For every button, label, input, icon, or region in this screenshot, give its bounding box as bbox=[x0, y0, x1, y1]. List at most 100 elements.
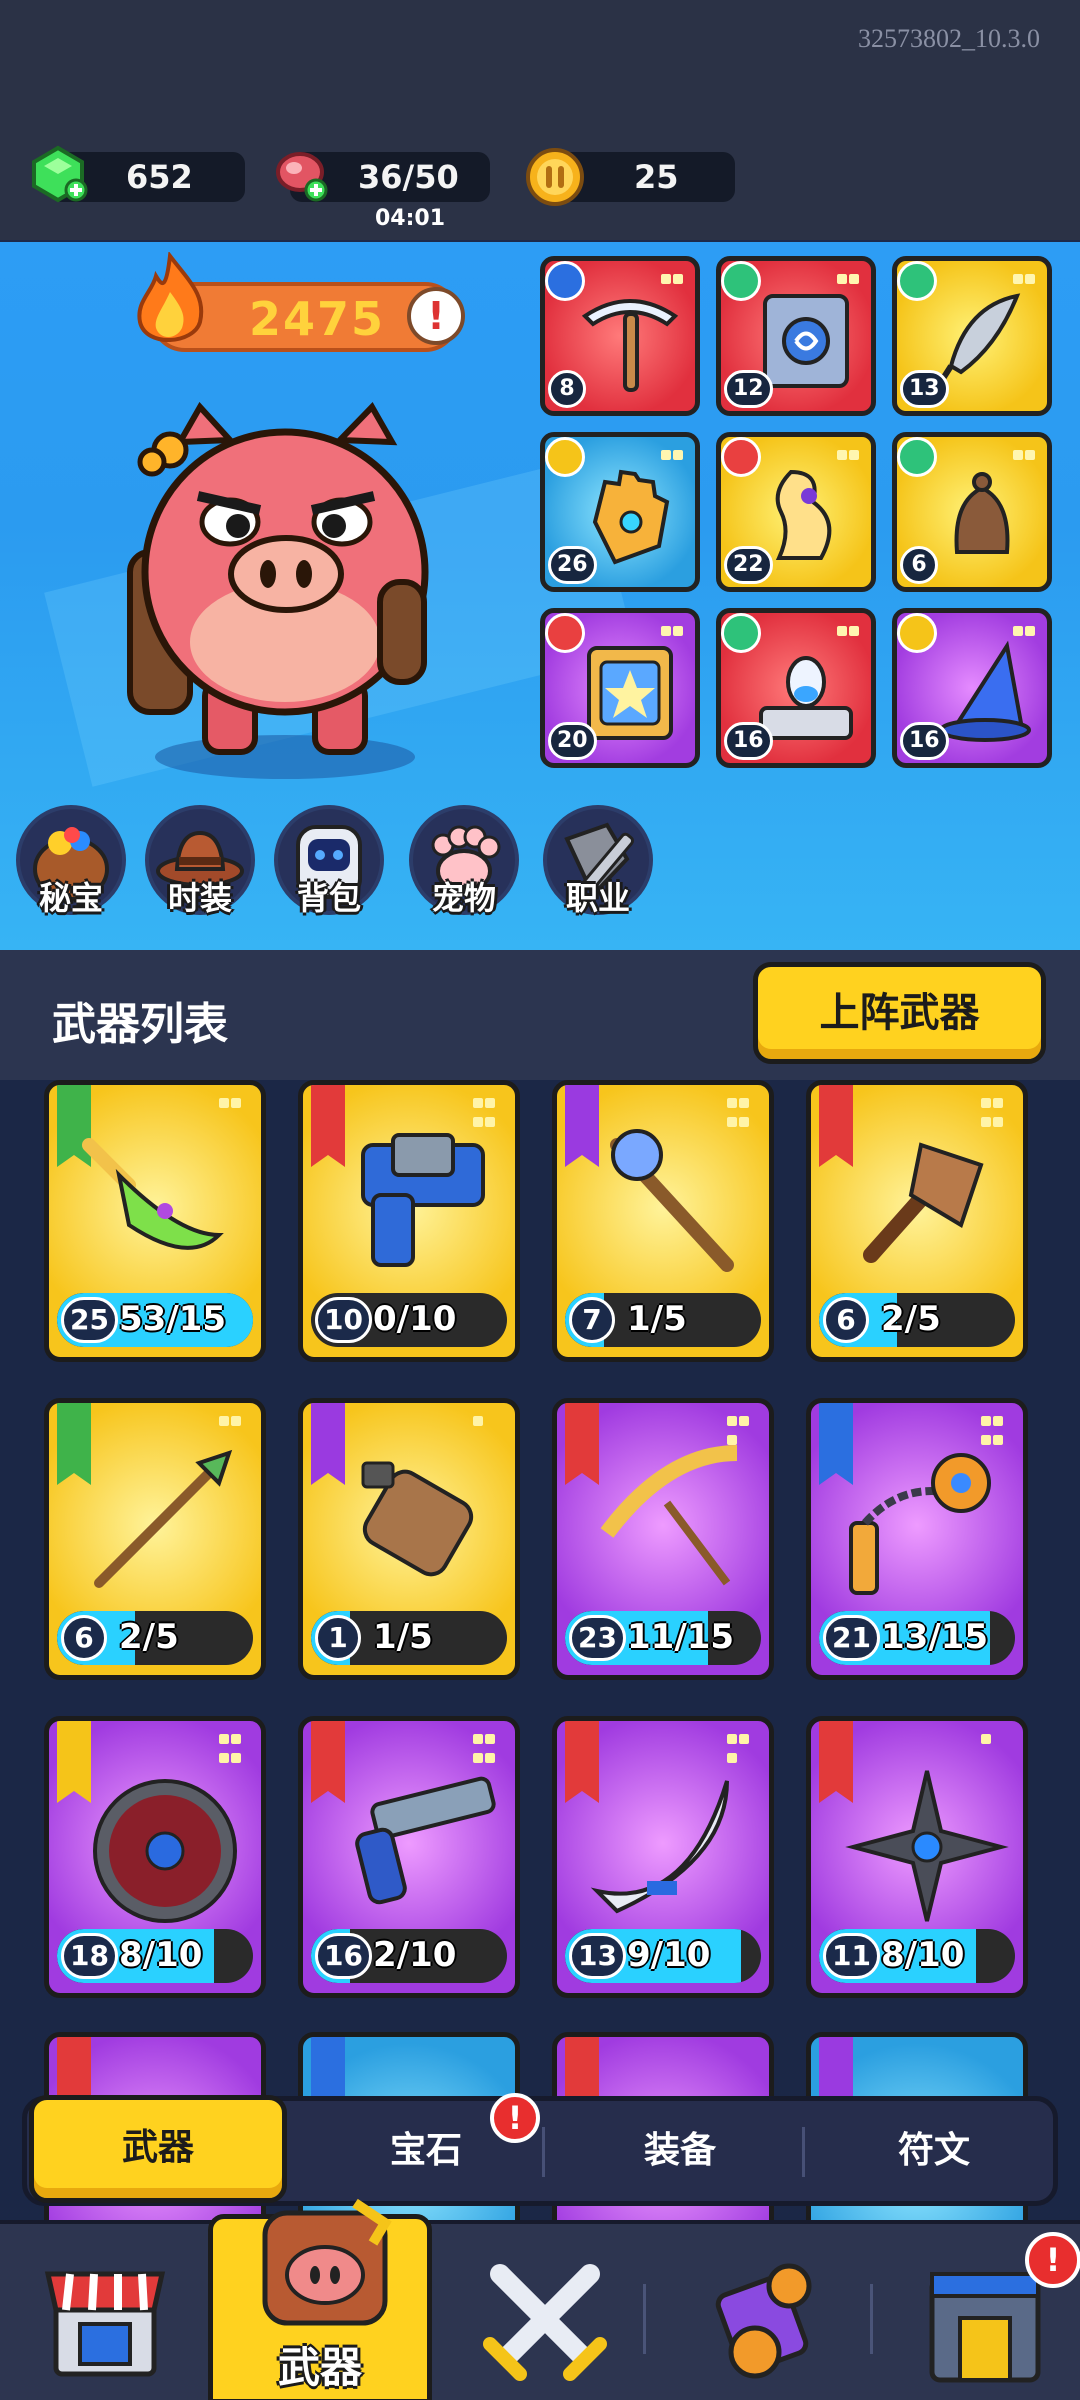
boomerang-icon bbox=[590, 1780, 729, 1914]
spear-icon bbox=[94, 1449, 233, 1588]
meat-icon bbox=[276, 152, 328, 202]
weapon-card[interactable]: 13 9/10 bbox=[552, 1716, 774, 1998]
equipped-slot[interactable]: 16 bbox=[716, 608, 876, 768]
progress-bar: 7 1/5 bbox=[565, 1293, 761, 1347]
battery-icon bbox=[361, 1461, 474, 1577]
shard-count: 13/15 bbox=[881, 1617, 989, 1657]
item-level: 16 bbox=[724, 722, 773, 760]
weapon-card[interactable]: 11 8/10 bbox=[806, 1716, 1028, 1998]
progress-bar: 6 2/5 bbox=[819, 1293, 1015, 1347]
stamina-counter[interactable]: 36/50 bbox=[276, 152, 490, 202]
shard-count: 1/5 bbox=[627, 1299, 687, 1339]
shard-count: 53/15 bbox=[119, 1299, 227, 1339]
weapon-level: 7 bbox=[569, 1297, 615, 1343]
build-id: 32573802_10.3.0 bbox=[858, 24, 1040, 53]
category-label: 职业 bbox=[565, 879, 630, 917]
progress-bar: 6 2/5 bbox=[57, 1611, 253, 1665]
equipped-slot[interactable]: 12 bbox=[716, 256, 876, 416]
weapon-level: 16 bbox=[315, 1933, 372, 1979]
item-level: 12 bbox=[724, 370, 773, 408]
equipped-slot[interactable]: 26 bbox=[540, 432, 700, 592]
category-costume[interactable]: 时装 bbox=[142, 805, 258, 961]
shard-count: 11/15 bbox=[627, 1617, 735, 1657]
shard-count: 8/10 bbox=[881, 1935, 965, 1975]
shard-count: 9/10 bbox=[627, 1935, 711, 1975]
weapon-level: 21 bbox=[823, 1615, 880, 1661]
category-treasure[interactable]: 秘宝 bbox=[13, 805, 129, 961]
weapon-card[interactable]: 1 1/5 bbox=[298, 1398, 520, 1680]
top-status-bar: 32573802_10.3.0 652 36/50 04:01 25 bbox=[0, 0, 1080, 240]
bell-icon bbox=[954, 472, 1010, 554]
item-level: 13 bbox=[900, 370, 949, 408]
hero-character[interactable] bbox=[110, 402, 460, 782]
stamina-timer: 04:01 bbox=[375, 206, 446, 231]
tab-gear[interactable]: 装备 bbox=[551, 2101, 809, 2201]
deploy-weapon-button[interactable]: 上阵武器 bbox=[753, 962, 1046, 1064]
scroll-icon bbox=[715, 2263, 812, 2379]
progress-bar: 25 53/15 bbox=[57, 1293, 253, 1347]
weapon-card[interactable]: 18 8/10 bbox=[44, 1716, 266, 1998]
shard-count: 2/5 bbox=[119, 1617, 179, 1657]
weapon-card[interactable]: 23 11/15 bbox=[552, 1398, 774, 1680]
coin-icon bbox=[526, 148, 584, 206]
weapon-level: 1 bbox=[315, 1615, 361, 1661]
progress-bar: 18 8/10 bbox=[57, 1929, 253, 1983]
weapon-level: 23 bbox=[569, 1615, 626, 1661]
weapon-card[interactable]: 6 2/5 bbox=[44, 1398, 266, 1680]
weapon-card[interactable]: 16 2/10 bbox=[298, 1716, 520, 1998]
category-label: 秘宝 bbox=[38, 879, 103, 917]
weapon-level: 10 bbox=[315, 1297, 372, 1343]
stamina-value: 36/50 bbox=[358, 158, 459, 196]
category-label: 时装 bbox=[167, 879, 232, 917]
weapon-level: 18 bbox=[61, 1933, 118, 1979]
nav-events[interactable] bbox=[695, 2244, 845, 2394]
nav-weapons[interactable]: 武器 bbox=[208, 2198, 432, 2400]
weapon-level: 11 bbox=[823, 1933, 880, 1979]
bone-scythe-icon bbox=[600, 1445, 738, 1586]
nav-battle[interactable] bbox=[470, 2244, 620, 2394]
category-pet[interactable]: 宠物 bbox=[406, 805, 522, 961]
progress-bar: 13 9/10 bbox=[565, 1929, 761, 1983]
category-class[interactable]: 职业 bbox=[540, 805, 656, 961]
equipped-slot[interactable]: 8 bbox=[540, 256, 700, 416]
progress-bar: 10 0/10 bbox=[311, 1293, 507, 1347]
progress-bar: 21 13/15 bbox=[819, 1611, 1015, 1665]
item-level: 16 bbox=[900, 722, 949, 760]
progress-bar: 23 11/15 bbox=[565, 1611, 761, 1665]
crossed-swords-icon bbox=[483, 2264, 607, 2381]
progress-bar: 1 1/5 bbox=[311, 1611, 507, 1665]
equipped-slot[interactable]: 16 bbox=[892, 608, 1052, 768]
backpack-icon bbox=[262, 2198, 392, 2326]
tab-runes[interactable]: 符文 bbox=[805, 2101, 1063, 2201]
axe-icon bbox=[863, 1142, 984, 1263]
weapon-card[interactable]: 7 1/5 bbox=[552, 1080, 774, 1362]
weapon-grid: 25 53/15 10 0/10 7 1/5 6 2/5 6 2/5 1 1/5… bbox=[0, 1080, 1080, 2220]
revolver-icon bbox=[355, 1776, 496, 1905]
gem-counter[interactable]: 652 bbox=[32, 145, 245, 203]
equipped-slot[interactable]: 6 bbox=[892, 432, 1052, 592]
coin-counter[interactable]: 25 bbox=[526, 148, 735, 206]
shard-count: 0/10 bbox=[373, 1299, 457, 1339]
equipped-slot[interactable]: 13 bbox=[892, 256, 1052, 416]
weapon-card[interactable]: 21 13/15 bbox=[806, 1398, 1028, 1680]
coin-value: 25 bbox=[634, 158, 679, 196]
weapon-level: 13 bbox=[569, 1933, 626, 1979]
category-backpack[interactable]: 背包 bbox=[271, 805, 387, 961]
inventory-tabs: 武器 宝石 ! 装备 符文 bbox=[22, 2093, 1058, 2206]
shuriken-icon bbox=[845, 1770, 1009, 1922]
flame-icon bbox=[137, 252, 204, 342]
equipped-slot[interactable]: 20 bbox=[540, 608, 700, 768]
weapon-card[interactable]: 10 0/10 bbox=[298, 1080, 520, 1362]
weapon-level: 25 bbox=[61, 1297, 118, 1343]
item-level: 26 bbox=[548, 546, 597, 584]
category-label: 宠物 bbox=[431, 879, 496, 917]
blaster-icon bbox=[361, 1133, 485, 1267]
dragon-sword-icon bbox=[82, 1138, 224, 1250]
nav-shop[interactable] bbox=[30, 2244, 180, 2394]
category-label: 背包 bbox=[296, 879, 361, 917]
weapon-card[interactable]: 25 53/15 bbox=[44, 1080, 266, 1362]
bottom-navigation: 武器 ! bbox=[0, 2198, 1080, 2400]
power-info-button[interactable]: ! bbox=[407, 287, 465, 345]
equipped-slot[interactable]: 22 bbox=[716, 432, 876, 592]
weapon-card[interactable]: 6 2/5 bbox=[806, 1080, 1028, 1362]
